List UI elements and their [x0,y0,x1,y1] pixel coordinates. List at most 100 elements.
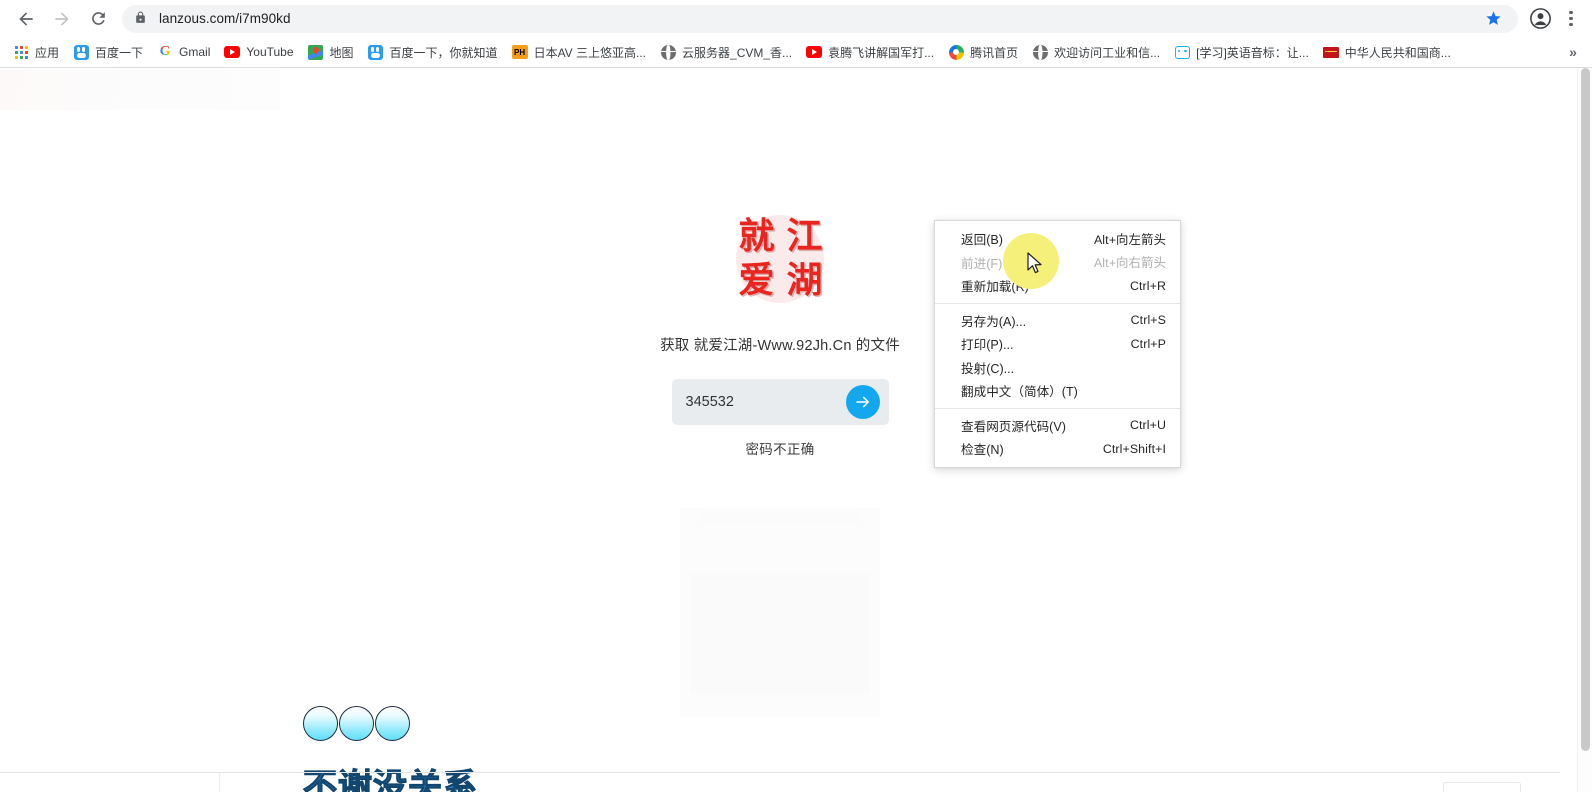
gmail-icon: G [157,44,173,60]
bookmark-apps[interactable]: 应用 [6,40,66,64]
menu-item-print[interactable]: 打印(P)... Ctrl+P [935,332,1180,356]
bookmark-label: 袁腾飞讲解国军打... [828,45,935,60]
browser-window: lanzous.com/i7m90kd 应用 百度一下 G Gmail YouT… [0,0,1592,792]
password-input[interactable] [685,394,846,410]
logo-char-3: 爱 [738,260,774,301]
bookmark-label: 腾讯首页 [970,45,1019,60]
submit-password-button[interactable] [845,385,880,419]
bookmark-label: 中华人民共和国商... [1344,45,1451,60]
menu-item-reload[interactable]: 重新加载(R) Ctrl+R [935,274,1180,298]
bookmark-item-baidu-full[interactable]: 百度一下，你就知道 [361,40,505,64]
menu-item-translate[interactable]: 翻成中文（简体）(T) [935,379,1180,403]
bookmark-item-mofcom[interactable]: 中华人民共和国商... [1316,40,1458,64]
reload-button[interactable] [83,4,113,34]
bilibili-icon [1174,44,1190,60]
menu-item-label: 另存为(A)... [961,314,1027,329]
bookmarks-bar: 应用 百度一下 G Gmail YouTube 地图 百度一下，你就知道 PH … [0,37,1592,68]
bookmark-item-miit[interactable]: 欢迎访问工业和信... [1025,40,1167,64]
page-divider [0,772,1560,773]
menu-item-cast[interactable]: 投射(C)... [935,356,1180,380]
back-button[interactable] [11,4,41,34]
gov-icon [1322,44,1339,60]
menu-item-shortcut: Ctrl+P [1130,336,1166,351]
site-logo: 就 江 爱 湖 [728,213,832,305]
menu-item-label: 打印(P)... [961,338,1014,353]
forward-button[interactable] [47,4,77,34]
menu-item-label: 翻成中文（简体）(T) [961,385,1078,400]
bookmark-label: 云服务器_CVM_香... [682,45,793,60]
page-scrollbar-thumb[interactable] [1581,68,1590,751]
bookmark-label: 欢迎访问工业和信... [1054,45,1161,60]
menu-item-shortcut: Ctrl+R [1129,278,1166,293]
lock-icon [134,11,150,27]
mouse-cursor-icon [1027,252,1045,276]
download-panel: 就 江 爱 湖 获取 就爱江湖-Www.92Jh.Cn 的文件 密码不正确 [0,68,1560,458]
decorative-circle [339,706,374,741]
youtube-icon [806,44,823,60]
youtube-icon [224,44,241,60]
menu-item-shortcut: Ctrl+Shift+I [1102,441,1166,456]
bookmark-item-gmail[interactable]: G Gmail [150,40,217,64]
page-scrollbar[interactable] [1577,68,1592,792]
url-text: lanzous.com/i7m90kd [159,11,291,26]
bookmark-star-icon[interactable] [1480,6,1506,32]
bookmark-label: 应用 [35,45,60,60]
decorative-text: 不谢没关系 [302,766,478,792]
bookmark-item-cvm[interactable]: 云服务器_CVM_香... [653,40,799,64]
three-dot-menu-icon [1569,11,1573,26]
bookmark-item-bilibili[interactable]: [学习]英语音标：让... [1167,40,1316,64]
omnibox-actions [1480,6,1506,32]
bookmark-label: YouTube [246,45,294,59]
menu-item-save-as[interactable]: 另存为(A)... Ctrl+S [935,309,1180,333]
menu-separator [935,302,1180,304]
apps-grid-icon [13,44,29,60]
ghost-watermark-header [700,511,860,523]
logo-char-2: 江 [786,216,822,257]
baidu-icon [73,44,89,60]
arrow-right-icon [855,396,869,408]
bookmark-item-ph[interactable]: PH 日本AV 三上悠亚高... [505,40,653,64]
logo-characters: 就 江 爱 湖 [732,215,828,303]
menu-item-view-source[interactable]: 查看网页源代码(V) Ctrl+U [935,414,1180,438]
menu-item-shortcut: Ctrl+U [1129,418,1166,433]
globe-icon [660,44,676,60]
bookmarks-overflow-button[interactable]: » [1562,40,1584,64]
ph-icon: PH [511,44,528,60]
menu-item-label: 投射(C)... [961,361,1015,376]
bookmark-label: [学习]英语音标：让... [1196,45,1309,60]
chrome-menu-button[interactable] [1558,4,1584,34]
baidu-icon [368,44,384,60]
menu-item-label: 查看网页源代码(V) [961,419,1066,434]
qq-icon [948,44,964,60]
ghost-watermark-mid-inner [690,573,870,693]
menu-item-back[interactable]: 返回(B) Alt+向左箭头 [935,227,1180,251]
menu-item-inspect[interactable]: 检查(N) Ctrl+Shift+I [935,437,1180,461]
decorative-circle [375,706,410,741]
footer-left-edge [219,773,220,792]
menu-item-shortcut: Alt+向右箭头 [1093,256,1166,271]
password-error-message: 密码不正确 [745,442,815,457]
password-form [671,379,889,425]
bookmark-item-tencent[interactable]: 腾讯首页 [941,40,1025,64]
browser-toolbar: lanzous.com/i7m90kd [0,0,1592,37]
google-maps-icon [308,44,324,60]
logo-char-4: 湖 [786,260,822,301]
decorative-graphic: 不谢没关系 [302,706,478,792]
bookmark-label: Gmail [179,45,211,59]
decorative-circles [303,706,478,741]
bookmark-label: 地图 [329,45,354,60]
decorative-circle [303,706,338,741]
menu-separator [935,407,1180,409]
bookmark-item-video[interactable]: 袁腾飞讲解国军打... [799,40,941,64]
logo-char-1: 就 [738,216,774,257]
file-title: 获取 就爱江湖-Www.92Jh.Cn 的文件 [660,338,900,354]
bookmark-item-maps[interactable]: 地图 [301,40,361,64]
bookmark-label: 百度一下 [95,45,144,60]
bookmark-item-baidu[interactable]: 百度一下 [66,40,150,64]
page-viewport: 就 江 爱 湖 获取 就爱江湖-Www.92Jh.Cn 的文件 密码不正确 [0,68,1592,792]
menu-item-label: 检查(N) [961,443,1004,458]
bookmark-item-youtube[interactable]: YouTube [217,40,300,64]
profile-avatar[interactable] [1525,4,1555,34]
address-bar[interactable]: lanzous.com/i7m90kd [122,4,1518,33]
bookmark-label: 百度一下，你就知道 [389,45,498,60]
